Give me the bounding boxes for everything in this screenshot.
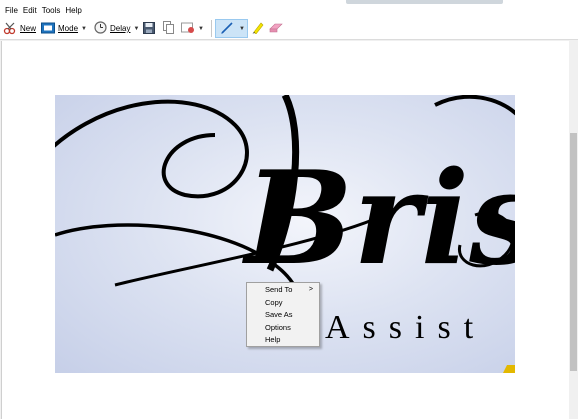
send-snip-button[interactable]: ▼ — [181, 20, 204, 37]
chevron-down-icon[interactable]: ▼ — [81, 26, 87, 32]
context-menu-help[interactable]: Help — [247, 334, 319, 347]
save-icon — [143, 21, 155, 36]
new-button-label: New — [20, 24, 37, 33]
context-menu-label: Send To — [265, 285, 293, 294]
new-button[interactable]: New — [3, 20, 36, 37]
vertical-scrollbar[interactable] — [569, 41, 578, 419]
menu-help[interactable]: Help — [65, 5, 85, 17]
menu-tools[interactable]: Tools — [42, 5, 65, 17]
copy-button[interactable] — [163, 20, 175, 37]
context-menu-options[interactable]: Options — [247, 322, 319, 335]
delay-clock-icon — [94, 21, 107, 36]
delay-button-label: Delay — [110, 24, 131, 33]
context-menu-label: Options — [265, 322, 291, 332]
chevron-down-icon[interactable]: ▼ — [239, 26, 245, 32]
scrollbar-thumb[interactable] — [570, 133, 577, 371]
menu-file[interactable]: File — [5, 5, 22, 17]
context-menu-send-to[interactable]: Send To > — [247, 284, 319, 297]
highlighter-icon — [252, 21, 264, 36]
new-snip-icon — [3, 21, 17, 37]
toolbar: New Mode ▼ Delay ▼ ▼ ▼ — [0, 17, 578, 40]
eraser-button[interactable] — [269, 20, 283, 37]
pen-icon — [220, 21, 234, 37]
mode-icon — [41, 22, 55, 36]
context-menu-copy[interactable]: Copy — [247, 297, 319, 310]
subtitle-wordmark: Assist — [325, 309, 486, 346]
background-window-tab — [346, 0, 503, 4]
context-menu: Send To > Copy Save As Options Help — [246, 282, 320, 347]
eraser-icon — [269, 22, 283, 35]
context-menu-label: Copy — [265, 297, 283, 307]
menu-bar: File Edit Tools Help — [0, 5, 578, 17]
script-wordmark: Bris — [242, 144, 515, 294]
copy-icon — [163, 21, 175, 36]
pen-button[interactable]: ▼ — [215, 19, 248, 38]
save-button[interactable] — [143, 20, 155, 37]
highlighter-button[interactable] — [252, 20, 264, 37]
chevron-down-icon[interactable]: ▼ — [198, 26, 204, 32]
delay-button[interactable]: Delay ▼ — [94, 20, 139, 37]
mode-button-label: Mode — [58, 24, 79, 33]
chevron-right-icon: > — [308, 286, 313, 293]
chevron-down-icon[interactable]: ▼ — [133, 26, 139, 32]
context-menu-label: Save As — [265, 310, 293, 320]
mode-button[interactable]: Mode ▼ — [41, 20, 87, 37]
menu-edit[interactable]: Edit — [23, 5, 41, 17]
context-menu-label: Help — [265, 335, 281, 345]
send-icon — [181, 21, 195, 36]
context-menu-save-as[interactable]: Save As — [247, 309, 319, 322]
toolbar-divider — [211, 20, 212, 37]
